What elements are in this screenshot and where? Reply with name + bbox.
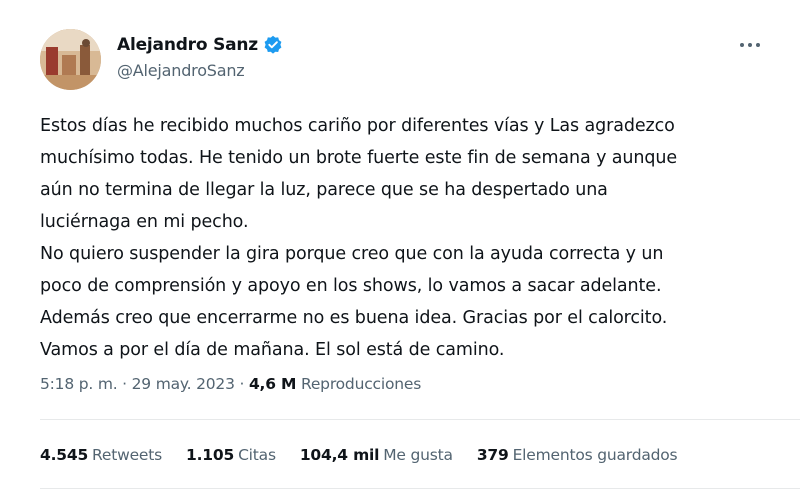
likes-label: Me gusta (383, 446, 453, 464)
retweets-label: Retweets (92, 446, 163, 464)
tweet-line: No quiero suspender la gira porque creo … (40, 244, 664, 264)
views-count: 4,6 M (248, 375, 297, 393)
tweet-line: luciérnaga en mi pecho. (40, 212, 249, 232)
author-name-row: Alejandro Sanz (117, 35, 283, 55)
author-handle[interactable]: @AlejandroSanz (117, 61, 283, 80)
meta-separator: · (117, 375, 132, 393)
quotes-label: Citas (238, 446, 276, 464)
avatar-image (40, 29, 101, 90)
retweets-count: 4.545 (40, 446, 89, 464)
tweet-line: poco de comprensión y apoyo en los shows… (40, 276, 662, 296)
author-block: Alejandro Sanz @AlejandroSanz (117, 35, 283, 80)
likes-count: 104,4 mil (299, 446, 380, 464)
verified-badge-icon (263, 35, 283, 55)
tweet-line: Estos días he recibido muchos cariño por… (40, 116, 675, 136)
quotes-count: 1.105 (186, 446, 235, 464)
engagement-stats: 4.545 Retweets 1.105 Citas 104,4 mil Me gus… (40, 446, 678, 464)
bookmarks-stat[interactable]: 379 Elementos guardados (477, 446, 678, 464)
tweet-date[interactable]: 29 may. 2023 (132, 375, 235, 393)
likes-stat[interactable]: 104,4 mil Me gusta (300, 446, 453, 464)
quotes-stat[interactable]: 1.105 Citas (186, 446, 276, 464)
divider (40, 419, 800, 420)
retweets-stat[interactable]: 4.545 Retweets (40, 446, 162, 464)
avatar[interactable] (40, 29, 101, 90)
tweet-line: aún no termina de llegar la luz, parece … (40, 180, 608, 200)
tweet-time[interactable]: 5:18 p. m. (40, 375, 118, 393)
tweet-text: Estos días he recibido muchos cariño por… (40, 110, 775, 366)
tweet-line: Además creo que encerrarme no es buena i… (40, 308, 668, 328)
tweet-line: Vamos a por el día de mañana. El sol est… (40, 340, 505, 360)
author-name[interactable]: Alejandro Sanz (117, 35, 258, 55)
views-label: Reproducciones (300, 375, 422, 393)
bookmarks-label: Elementos guardados (512, 446, 678, 464)
tweet-meta: 5:18 p. m. · 29 may. 2023 · 4,6 M Reprod… (40, 375, 421, 393)
divider (40, 488, 800, 489)
bookmarks-count: 379 (476, 446, 509, 464)
meta-separator: · (234, 375, 249, 393)
more-horizontal-icon[interactable] (732, 33, 768, 57)
tweet-line: muchísimo todas. He tenido un brote fuer… (40, 148, 678, 168)
